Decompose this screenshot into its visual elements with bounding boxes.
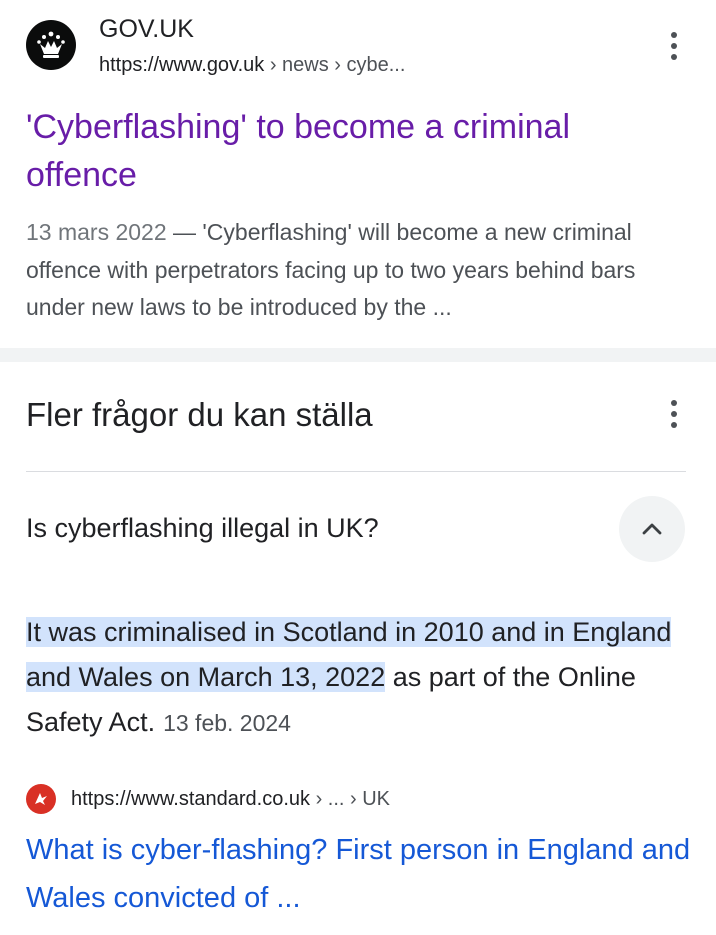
- snippet-date: 13 mars 2022: [26, 219, 167, 245]
- collapse-button[interactable]: [619, 496, 685, 562]
- search-result-govuk: GOV.UK https://www.gov.uk › news › cybe.…: [0, 0, 716, 348]
- more-options-icon[interactable]: [664, 26, 684, 66]
- question-text[interactable]: Is cyberflashing illegal in UK?: [26, 508, 379, 548]
- answer-date: 13 feb. 2024: [163, 710, 291, 736]
- chevron-up-icon: [642, 523, 662, 535]
- site-url-base: https://www.gov.uk: [99, 54, 265, 76]
- section-divider: [0, 348, 716, 362]
- answer-text: It was criminalised in Scotland in 2010 …: [26, 610, 698, 746]
- site-name[interactable]: GOV.UK: [99, 13, 194, 45]
- source-url[interactable]: https://www.standard.co.uk › ... › UK: [71, 786, 390, 812]
- related-questions-heading: Fler frågor du kan ställa: [26, 396, 373, 433]
- source-title-link[interactable]: What is cyber-flashing? First person in …: [26, 826, 696, 922]
- more-options-icon[interactable]: [664, 394, 684, 434]
- result-title-link[interactable]: 'Cyberflashing' to become a criminal off…: [26, 103, 686, 199]
- crown-icon[interactable]: [26, 20, 76, 70]
- divider: [26, 471, 686, 472]
- source-url-base: https://www.standard.co.uk: [71, 788, 311, 810]
- source-url-path: › ... › UK: [310, 788, 391, 810]
- result-snippet: 13 mars 2022 — 'Cyberflashing' will beco…: [26, 214, 696, 327]
- site-url-path: › news › cybe...: [264, 54, 406, 76]
- site-url[interactable]: https://www.gov.uk › news › cybe...: [99, 52, 405, 78]
- standard-logo-icon[interactable]: [26, 784, 56, 814]
